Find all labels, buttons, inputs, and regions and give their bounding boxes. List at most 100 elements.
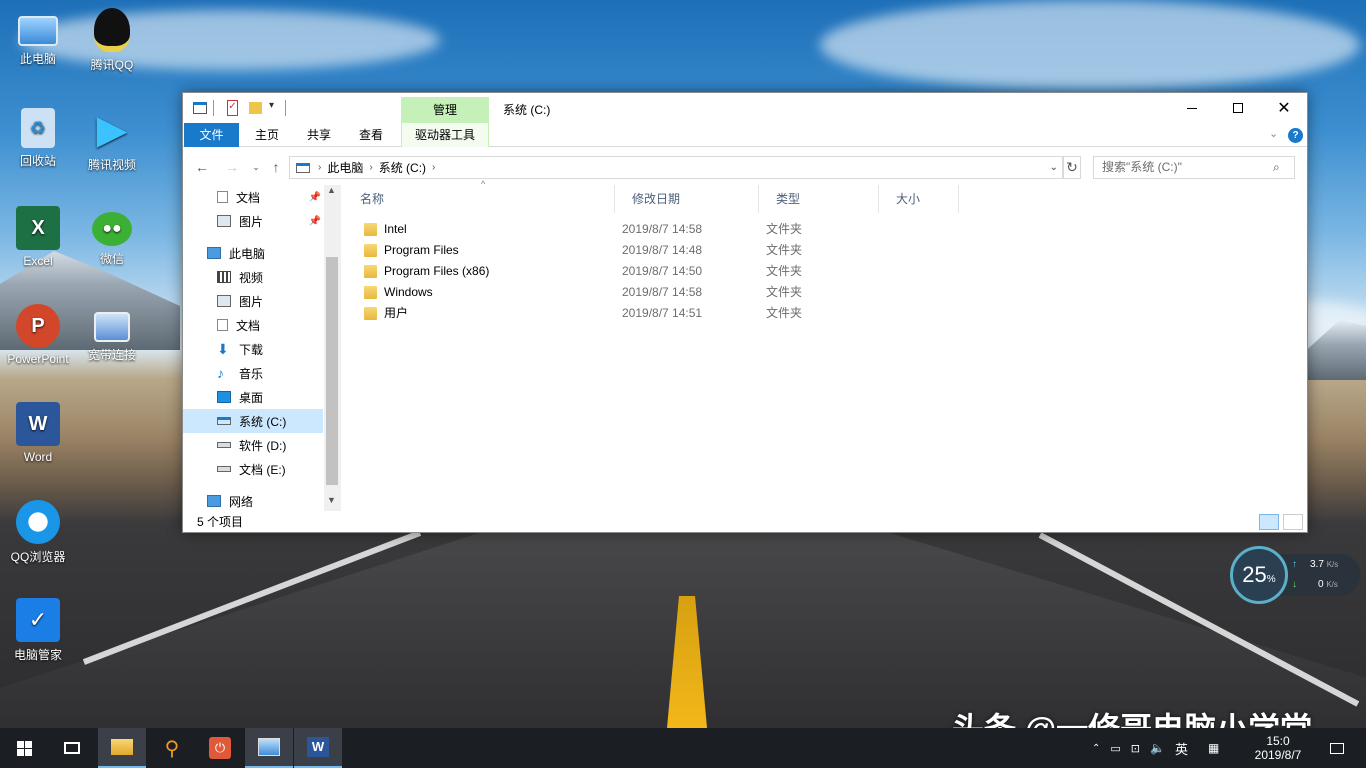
task-view-button[interactable] bbox=[48, 728, 96, 768]
taskbar-file-explorer[interactable] bbox=[98, 728, 146, 768]
computer-icon bbox=[207, 247, 221, 259]
nav-item-videos[interactable]: 视频 bbox=[183, 265, 323, 289]
quick-access-dropdown-icon[interactable]: ▾ bbox=[269, 100, 274, 116]
refresh-button[interactable]: ↻ bbox=[1063, 156, 1081, 179]
nav-item-pictures[interactable]: 图片 bbox=[183, 289, 323, 313]
drive-icon bbox=[296, 162, 310, 173]
broadband-icon bbox=[94, 312, 130, 342]
navigation-scrollbar[interactable]: ▲ ▼ bbox=[324, 185, 341, 511]
tab-home[interactable]: 主页 bbox=[247, 123, 287, 147]
properties-icon[interactable]: ✓ bbox=[227, 100, 238, 116]
desktop-icon-wechat[interactable]: ●● 微信 bbox=[74, 206, 150, 267]
pin-icon[interactable]: 📌 bbox=[309, 216, 321, 227]
nav-item-drive-c[interactable]: 系统 (C:) bbox=[183, 409, 323, 433]
desktop-icon-this-pc[interactable]: 此电脑 bbox=[0, 10, 76, 67]
nav-item-label: 桌面 bbox=[239, 390, 264, 405]
large-icons-view-icon[interactable] bbox=[1283, 514, 1303, 530]
file-name: Windows bbox=[384, 285, 433, 299]
network-tray-icon[interactable]: ⊡ bbox=[1131, 742, 1140, 755]
help-icon[interactable]: ? bbox=[1288, 128, 1303, 143]
nav-item-label: 软件 (D:) bbox=[239, 438, 287, 453]
download-speed: 0 bbox=[1318, 579, 1324, 590]
input-method-indicator[interactable]: 英 bbox=[1175, 739, 1188, 758]
desktop-icon-qq-browser[interactable]: QQ浏览器 bbox=[0, 500, 76, 565]
file-row[interactable]: 用户 2019/8/7 14:51 文件夹 bbox=[360, 303, 1300, 324]
desktop-icon-tencent-video[interactable]: ▶ 腾讯视频 bbox=[74, 108, 150, 173]
file-type: 文件夹 bbox=[766, 243, 803, 257]
column-header-date[interactable]: 修改日期 bbox=[615, 185, 759, 213]
breadcrumb-this-pc[interactable]: 此电脑 bbox=[321, 159, 369, 176]
nav-item-music[interactable]: ♪ 音乐 bbox=[183, 361, 323, 385]
desktop-icon-pc-manager[interactable]: ✓ 电脑管家 bbox=[0, 598, 76, 663]
speed-panel: ↑ 3.7 K/s ↓ 0 K/s bbox=[1280, 554, 1360, 596]
taskbar-control-panel[interactable] bbox=[245, 728, 293, 768]
details-view-icon[interactable] bbox=[1259, 514, 1279, 530]
forward-button[interactable]: → bbox=[221, 157, 243, 177]
item-count: 5 个项目 bbox=[197, 515, 244, 529]
address-bar[interactable]: › 此电脑 › 系统 (C:) › ⌄ bbox=[289, 156, 1063, 179]
breadcrumb-drive-c[interactable]: 系统 (C:) bbox=[373, 159, 432, 176]
nav-item-network[interactable]: 网络 bbox=[183, 489, 323, 511]
back-button[interactable]: ← bbox=[191, 157, 213, 177]
keyboard-grid-icon[interactable]: ▦ bbox=[1208, 741, 1219, 755]
document-icon bbox=[217, 191, 228, 203]
control-panel-icon bbox=[258, 738, 280, 756]
column-header-type[interactable]: 类型 bbox=[759, 185, 879, 213]
nav-item-this-pc[interactable]: 此电脑 bbox=[183, 241, 323, 265]
file-row[interactable]: Intel 2019/8/7 14:58 文件夹 bbox=[360, 219, 1300, 240]
nav-item-drive-d[interactable]: 软件 (D:) bbox=[183, 433, 323, 457]
column-header-size[interactable]: 大小 bbox=[879, 185, 959, 213]
tab-drive-tools[interactable]: 驱动器工具 bbox=[401, 123, 489, 147]
recent-locations-button[interactable]: ⌄ bbox=[245, 157, 267, 177]
context-tab-manage[interactable]: 管理 bbox=[401, 97, 489, 123]
nav-item-documents[interactable]: 文档 bbox=[183, 313, 323, 337]
file-row[interactable]: Program Files (x86) 2019/8/7 14:50 文件夹 bbox=[360, 261, 1300, 282]
pin-icon[interactable]: 📌 bbox=[309, 192, 321, 203]
nav-item-documents-quick[interactable]: 文档 📌 bbox=[183, 185, 323, 209]
minimize-button[interactable] bbox=[1169, 93, 1215, 123]
scroll-up-icon[interactable]: ▲ bbox=[327, 185, 336, 195]
clock[interactable]: 15:0 2019/8/7 bbox=[1248, 728, 1308, 768]
column-header-name[interactable]: 名称 bbox=[343, 185, 615, 213]
desktop-icon-qq[interactable]: 腾讯QQ bbox=[74, 8, 150, 73]
search-icon[interactable]: ⌕ bbox=[1273, 160, 1280, 175]
desktop-icon-recycle-bin[interactable]: ♻ 回收站 bbox=[0, 108, 76, 169]
taskbar-word[interactable]: W bbox=[294, 728, 342, 768]
action-center-button[interactable] bbox=[1322, 728, 1352, 768]
start-button[interactable] bbox=[0, 728, 48, 768]
nav-item-downloads[interactable]: ⬇ 下载 bbox=[183, 337, 323, 361]
show-hidden-icons-chevron-icon[interactable]: ⌃ bbox=[1092, 743, 1100, 754]
tab-share[interactable]: 共享 bbox=[299, 123, 339, 147]
desktop-icon-excel[interactable]: X Excel bbox=[0, 206, 76, 268]
nav-item-desktop[interactable]: 桌面 bbox=[183, 385, 323, 409]
new-folder-icon[interactable] bbox=[249, 102, 262, 114]
volume-icon[interactable]: 🔈 bbox=[1150, 741, 1165, 755]
network-speed-widget[interactable]: ↑ 3.7 K/s ↓ 0 K/s 25% bbox=[1230, 546, 1360, 604]
desktop-icon-broadband[interactable]: 宽带连接 bbox=[74, 304, 150, 363]
nav-item-drive-e[interactable]: 文档 (E:) bbox=[183, 457, 323, 481]
desktop-icon-word[interactable]: W Word bbox=[0, 402, 76, 464]
wechat-icon: ●● bbox=[92, 212, 132, 246]
file-row[interactable]: Windows 2019/8/7 14:58 文件夹 bbox=[360, 282, 1300, 303]
taskbar-search-app[interactable]: ⚲ bbox=[148, 728, 196, 768]
nav-item-pictures-quick[interactable]: 图片 📌 bbox=[183, 209, 323, 233]
close-button[interactable]: ✕ bbox=[1261, 93, 1307, 123]
file-row[interactable]: Program Files 2019/8/7 14:48 文件夹 bbox=[360, 240, 1300, 261]
maximize-button[interactable] bbox=[1215, 93, 1261, 123]
ribbon-expand-icon[interactable]: ⌄ bbox=[1269, 127, 1278, 140]
desktop-icon-powerpoint[interactable]: P PowerPoint bbox=[0, 304, 76, 366]
battery-icon[interactable]: ▭ bbox=[1110, 742, 1120, 755]
up-button[interactable]: ↑ bbox=[265, 157, 287, 177]
search-input[interactable]: 搜索"系统 (C:)" bbox=[1093, 156, 1295, 179]
scroll-down-icon[interactable]: ▼ bbox=[327, 495, 336, 505]
clock-time: 15:0 bbox=[1266, 734, 1290, 748]
task-view-icon bbox=[64, 742, 80, 754]
title-bar[interactable]: ✓ ▾ 管理 系统 (C:) ✕ bbox=[183, 93, 1307, 123]
tab-view[interactable]: 查看 bbox=[351, 123, 391, 147]
taskbar-power-app[interactable]: ⏻ bbox=[196, 728, 244, 768]
address-dropdown-icon[interactable]: ⌄ bbox=[1050, 162, 1058, 173]
up-arrow-icon: ↑ bbox=[272, 159, 280, 175]
tab-file[interactable]: 文件 bbox=[184, 123, 239, 147]
file-name: Program Files bbox=[384, 243, 459, 257]
scrollbar-thumb[interactable] bbox=[326, 257, 338, 485]
